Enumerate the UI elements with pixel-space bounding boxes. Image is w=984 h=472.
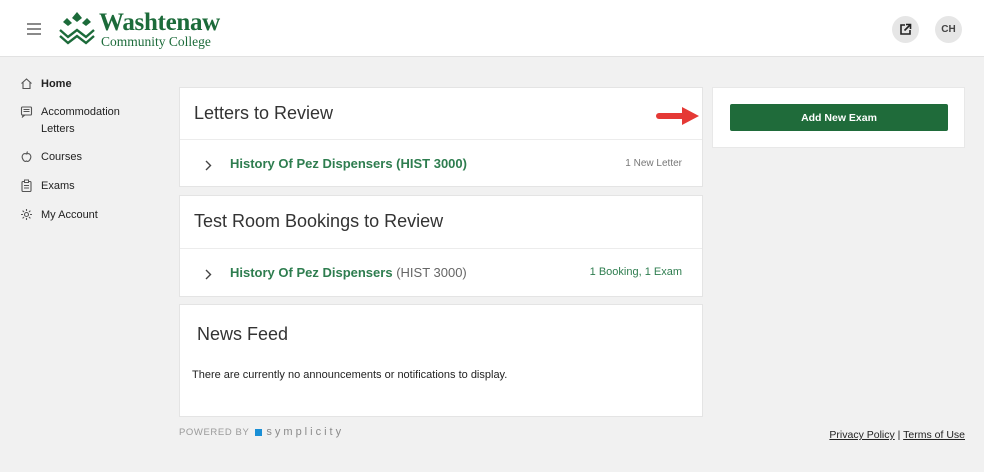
chevron-right-icon — [205, 160, 212, 171]
sidebar-item-label: Courses — [41, 151, 82, 163]
letters-card-title: Letters to Review — [194, 103, 334, 123]
course-code: (HIST 3000) — [396, 265, 467, 280]
action-card: Add New Exam — [712, 87, 965, 148]
news-feed-card: News Feed There are currently no announc… — [179, 304, 703, 417]
menu-icon[interactable] — [27, 23, 41, 35]
letter-row[interactable]: History Of Pez Dispensers (HIST 3000) 1 … — [180, 139, 702, 187]
user-avatar[interactable]: CH — [935, 16, 962, 43]
terms-of-use-link[interactable]: Terms of Use — [903, 429, 965, 441]
open-external-button[interactable] — [892, 16, 919, 43]
logo-subtitle: Community College — [101, 34, 211, 49]
course-link[interactable]: History Of Pez Dispensers (HIST 3000) — [230, 265, 467, 280]
sidebar-item-accommodation-letters[interactable]: Accommodation Letters — [20, 104, 141, 138]
home-icon — [21, 78, 32, 90]
course-name: History Of Pez Dispensers — [230, 265, 393, 280]
symplicity-square-icon — [255, 428, 263, 436]
chevron-right-icon — [205, 269, 212, 280]
course-link[interactable]: History Of Pez Dispensers (HIST 3000) — [230, 156, 467, 171]
booking-count: 1 Booking, 1 Exam — [589, 266, 682, 278]
apple-icon — [21, 151, 32, 162]
news-empty-message: There are currently no announcements or … — [192, 369, 508, 381]
gear-icon — [21, 209, 32, 220]
symplicity-brand: symplicity — [266, 426, 345, 438]
booking-row[interactable]: History Of Pez Dispensers (HIST 3000) 1 … — [180, 248, 702, 297]
clipboard-icon — [21, 179, 32, 192]
sidebar-item-my-account[interactable]: My Account — [20, 207, 141, 224]
footer-links: Privacy Policy | Terms of Use — [829, 429, 965, 441]
logo-name: Washtenaw — [99, 9, 220, 36]
footer-separator: | — [897, 429, 901, 441]
sidebar-item-label: Home — [41, 78, 72, 90]
powered-by: POWERED BY symplicity — [179, 426, 344, 438]
external-link-icon — [900, 23, 912, 35]
letters-to-review-card: Letters to Review History Of Pez Dispens… — [179, 87, 703, 187]
new-letter-count: 1 New Letter — [625, 158, 682, 169]
test-room-bookings-card: Test Room Bookings to Review History Of … — [179, 195, 703, 297]
sidebar-item-label: Exams — [41, 180, 75, 192]
sidebar-item-courses[interactable]: Courses — [20, 149, 141, 166]
top-bar: Washtenaw Community College CH — [0, 0, 984, 57]
sidebar-item-home[interactable]: Home — [20, 76, 141, 93]
red-arrow-annotation — [656, 107, 699, 125]
logo-mark-icon — [59, 12, 95, 45]
bookings-card-title: Test Room Bookings to Review — [194, 211, 444, 231]
letters-icon — [20, 106, 33, 118]
add-new-exam-button[interactable]: Add New Exam — [730, 104, 948, 131]
news-feed-title: News Feed — [197, 324, 289, 344]
sidebar-item-label: My Account — [41, 209, 98, 221]
powered-by-text: POWERED BY — [179, 426, 250, 438]
sidebar-item-label: Accommodation Letters — [41, 106, 120, 135]
college-logo[interactable]: Washtenaw Community College — [58, 10, 228, 50]
privacy-policy-link[interactable]: Privacy Policy — [829, 429, 894, 441]
sidebar-item-exams[interactable]: Exams — [20, 178, 141, 195]
